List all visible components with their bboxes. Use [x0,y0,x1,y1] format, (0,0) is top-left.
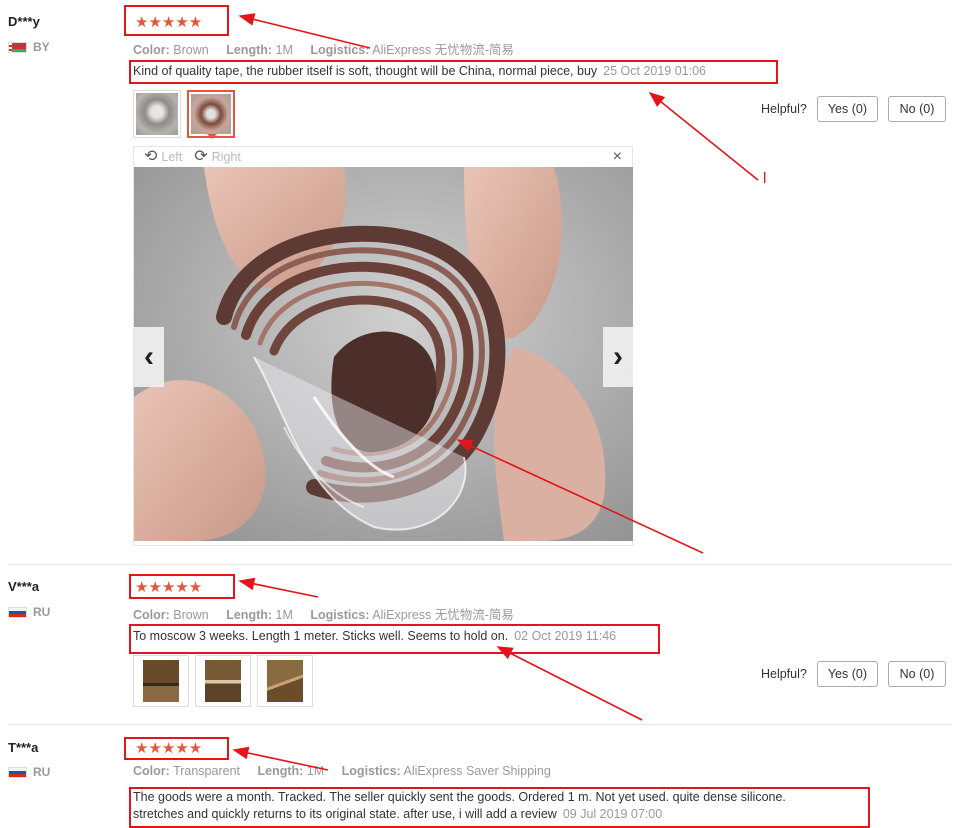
helpful-label: Helpful? [760,102,807,116]
length-value: 1M [306,764,325,778]
arrow-to-text-2 [496,646,643,721]
arrow-to-stars-2 [238,577,319,598]
logistics-value: AliExpress Saver Shipping [403,764,551,778]
annotation-box-text-1 [129,60,778,84]
helpful-label: Helpful? [760,667,807,681]
annotation-box-stars-3 [124,737,229,760]
flag-ru-icon [8,766,27,778]
product-attributes: Color: Transparent Length: 1M Logistics:… [133,764,551,778]
annotation-box-stars-1 [124,5,229,36]
photo-thumbnail[interactable] [195,655,251,707]
country-code: RU [33,605,51,619]
reviewer-name: D***y [8,14,40,29]
helpful-yes-button[interactable]: Yes (0) [816,96,878,122]
color-label: Color: [133,764,170,778]
review-photos [133,655,313,707]
annotation-box-text-2 [129,624,660,654]
helpful-section: Helpful? Yes (0) No (0) [761,661,946,687]
enlarged-photo: ‹ › [134,167,633,541]
logistics-value: AliExpress 无忧物流-简易 [372,43,514,57]
color-label: Color: [133,608,170,622]
chevron-right-icon[interactable]: › [603,327,633,387]
chevron-left-icon[interactable]: ‹ [134,327,164,387]
review-divider [8,564,952,565]
color-value: Brown [173,608,209,622]
color-label: Color: [133,43,170,57]
product-attributes: Color: Brown Length: 1M Logistics: AliEx… [133,604,514,623]
review-photos [133,90,235,139]
viewer-toolbar: ⟲ Left ⟳ Right × [134,147,632,167]
helpful-section: Helpful? Yes (0) No (0) [761,96,946,122]
photo-thumbnail[interactable] [257,655,313,707]
length-label: Length: [226,43,273,57]
reviewer-name: V***a [8,579,40,594]
close-icon[interactable]: × [613,148,622,166]
length-label: Length: [226,608,273,622]
photo-thumbnail[interactable] [133,655,189,707]
length-value: 1M [275,608,293,622]
rotate-left-icon[interactable]: ⟲ [144,149,157,165]
annotation-box-text-3 [129,787,870,828]
length-value: 1M [275,43,293,57]
country-code: RU [33,765,51,779]
flag-by-icon [8,41,27,53]
helpful-no-button[interactable]: No (0) [888,661,946,687]
reviewer-country: RU [8,765,50,779]
flag-ru-icon [8,606,27,618]
rotate-right-icon[interactable]: ⟳ [194,149,207,165]
arrow-to-text-1 [648,91,759,181]
color-value: Transparent [173,764,240,778]
reviewer-country: BY [8,40,50,54]
country-code: BY [33,40,50,54]
review-divider [8,724,952,725]
logistics-value: AliExpress 无忧物流-简易 [372,608,514,622]
length-label: Length: [257,764,304,778]
helpful-yes-button[interactable]: Yes (0) [816,661,878,687]
rotate-left-label[interactable]: Left [161,150,182,164]
logistics-label: Logistics: [310,43,370,57]
annotation-box-stars-2 [129,574,235,599]
tape-roll-photo [134,167,633,541]
photo-thumbnail[interactable] [133,90,181,138]
product-attributes: Color: Brown Length: 1M Logistics: AliEx… [133,39,514,58]
helpful-no-button[interactable]: No (0) [888,96,946,122]
photo-viewer: ⟲ Left ⟳ Right × ‹ › [133,146,633,546]
rotate-right-label[interactable]: Right [212,150,241,164]
photo-thumbnail-active[interactable] [187,90,235,139]
logistics-label: Logistics: [341,764,401,778]
color-value: Brown [173,43,209,57]
reviewer-name: T***a [8,740,39,755]
reviewer-country: RU [8,605,50,619]
logistics-label: Logistics: [310,608,370,622]
annotation-marker: l [763,170,767,187]
